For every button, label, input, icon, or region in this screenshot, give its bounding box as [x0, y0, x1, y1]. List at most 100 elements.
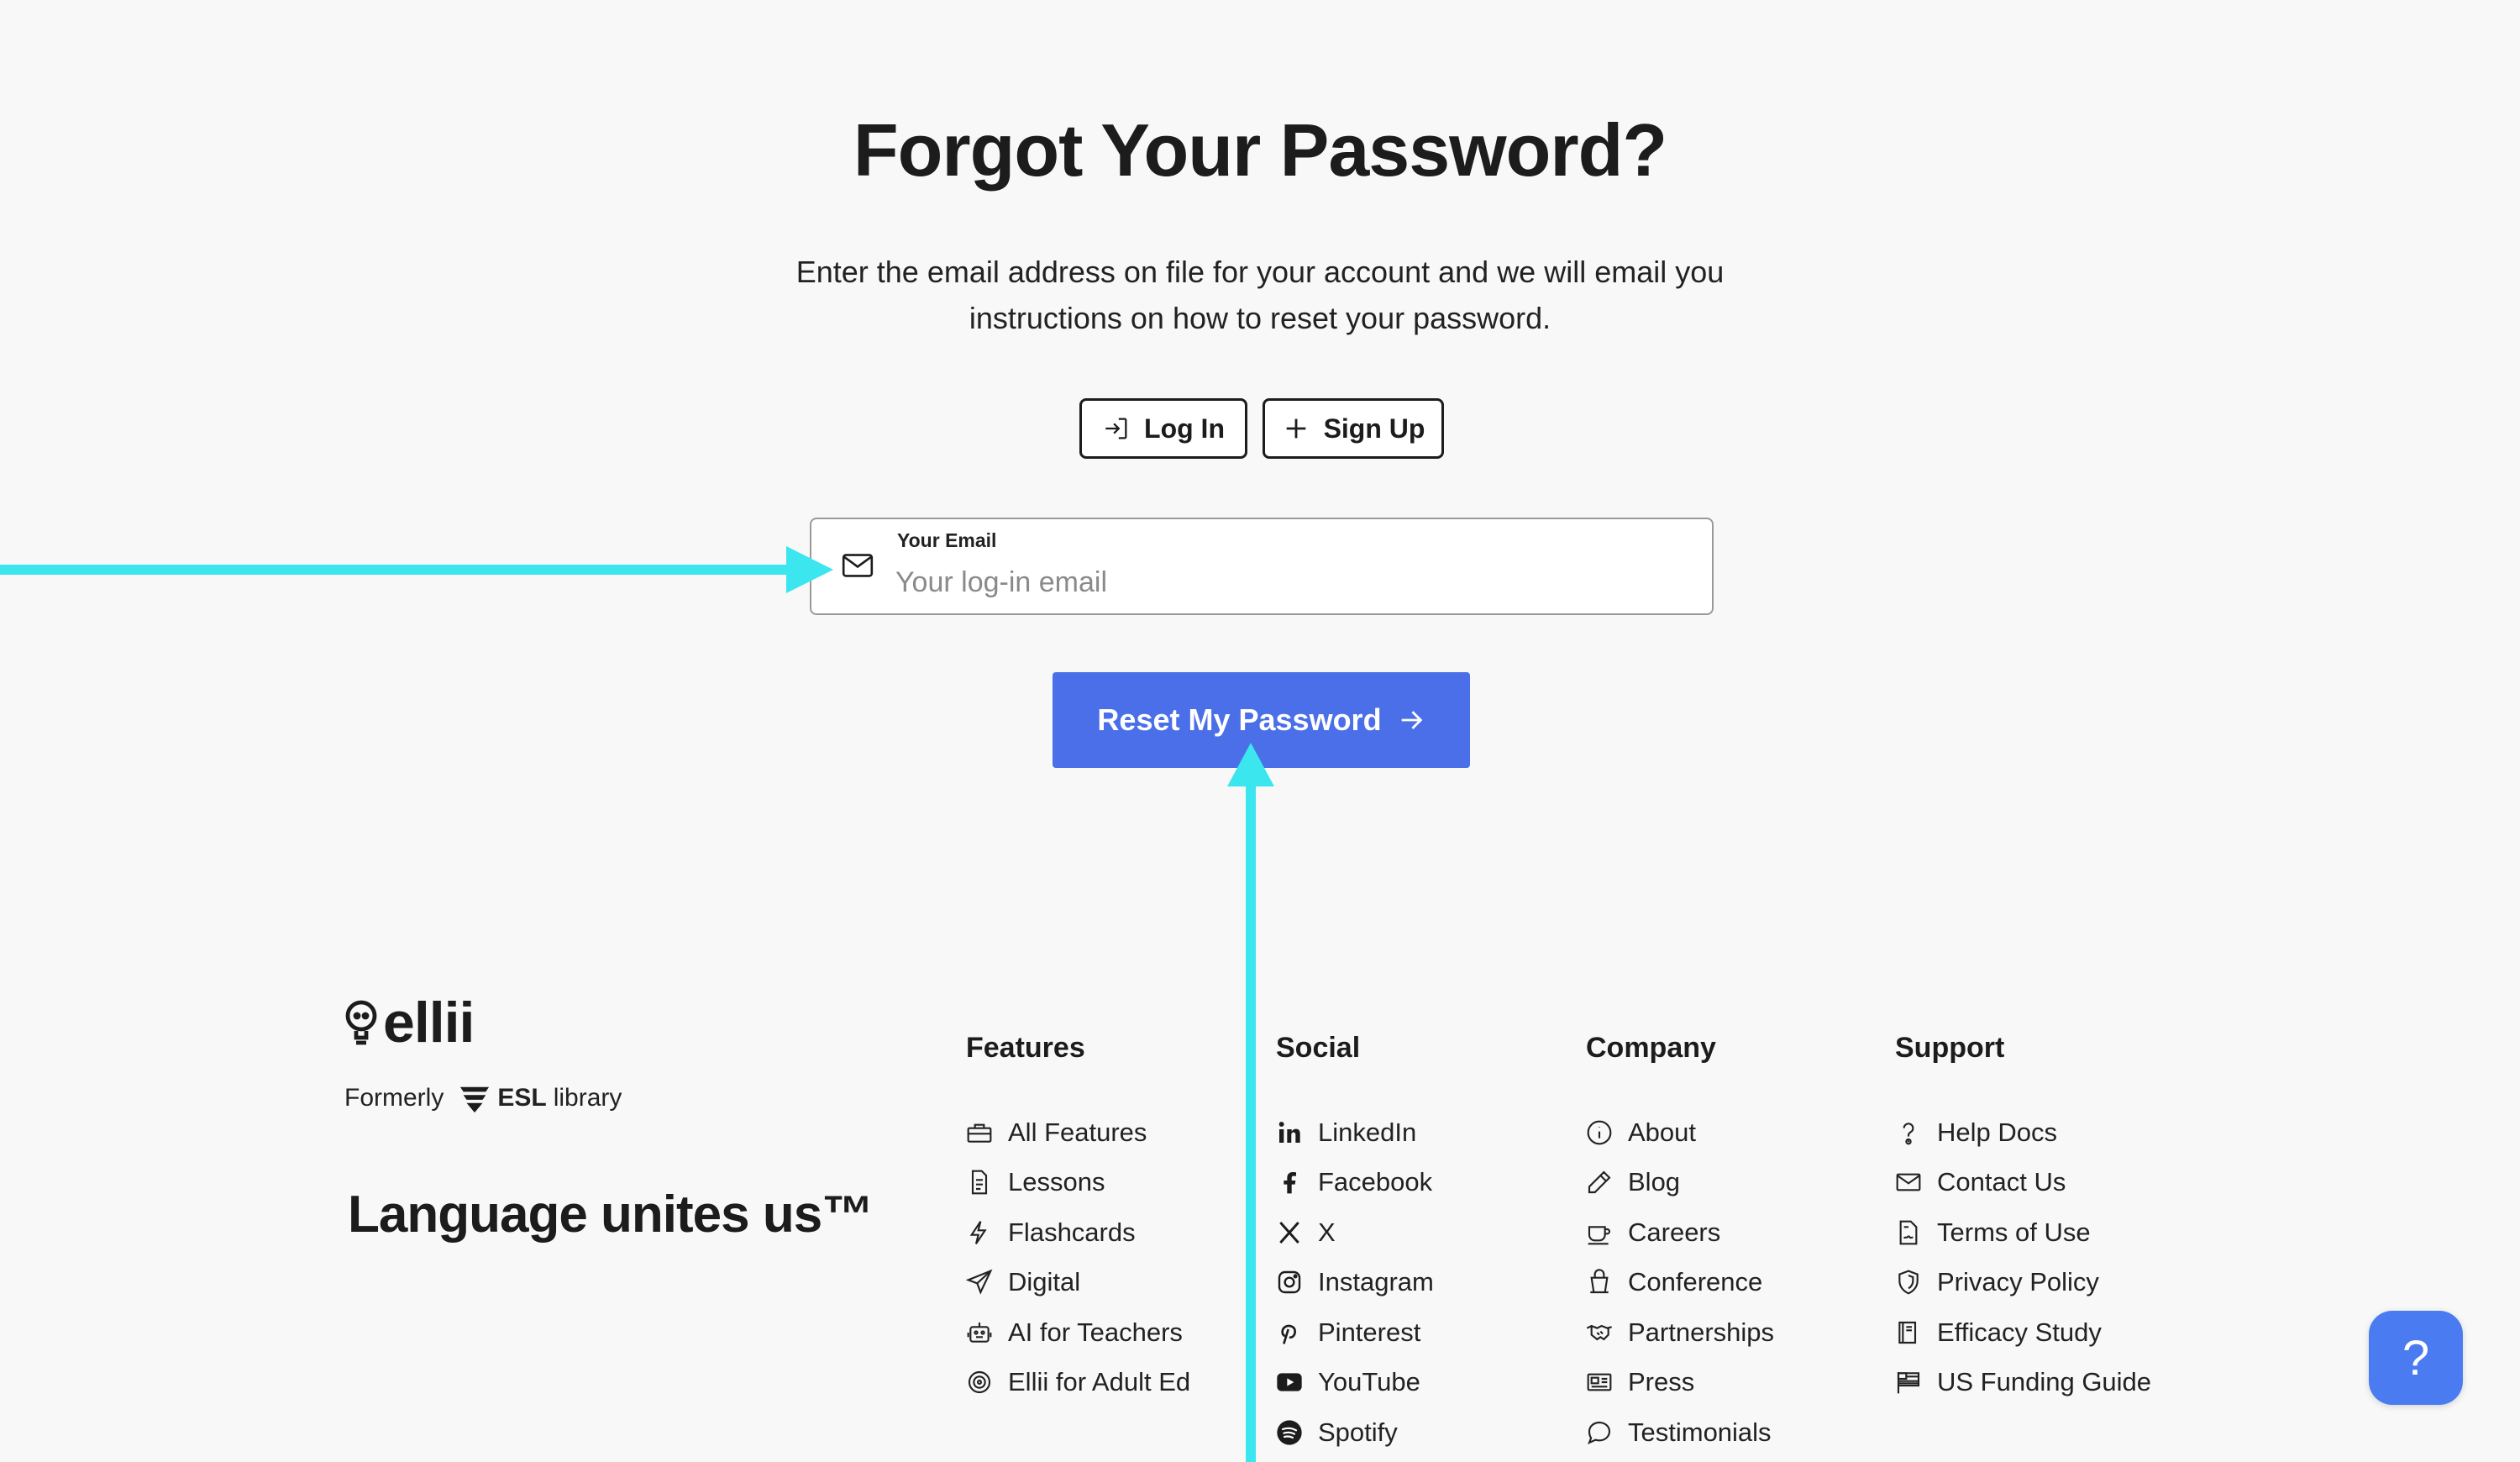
footer-list-support: Help Docs Contact Us Terms of Use Privac… [1895, 1107, 2151, 1407]
footer-link-conference[interactable]: Conference [1586, 1258, 1774, 1308]
footer-link-label: Privacy Policy [1937, 1267, 2099, 1297]
login-button[interactable]: Log In [1079, 398, 1247, 459]
footer-link-label: Flashcards [1008, 1217, 1136, 1247]
footer-link-youtube[interactable]: YouTube [1276, 1358, 1434, 1408]
plus-icon [1286, 418, 1305, 439]
footer-list-features: All Features Lessons Flashcards Digital … [966, 1107, 1190, 1407]
formerly-esl-library: Formerly ESL library [344, 1082, 622, 1114]
footer-link-help-docs[interactable]: Help Docs [1895, 1107, 2151, 1158]
footer-link-us-funding-guide[interactable]: US Funding Guide [1895, 1358, 2151, 1408]
speech-bubble-icon [1588, 1421, 1611, 1444]
page-subtitle: Enter the email address on file for your… [795, 255, 1725, 335]
footer-link-label: About [1628, 1117, 1697, 1147]
podium-icon [1590, 1269, 1609, 1294]
footer-link-label: Lessons [1008, 1167, 1105, 1197]
footer-link-facebook[interactable]: Facebook [1276, 1158, 1434, 1208]
esl-library-text: library [553, 1084, 622, 1112]
linkedin-icon [1278, 1121, 1300, 1143]
footer-link-label: Testimonials [1628, 1417, 1772, 1447]
footer-list-company: About Blog Careers Conference Partnershi… [1586, 1107, 1774, 1458]
envelope-icon [842, 554, 874, 577]
reset-password-label: Reset My Password [1097, 702, 1382, 737]
footer-link-privacy-policy[interactable]: Privacy Policy [1895, 1258, 2151, 1308]
instagram-icon [1278, 1271, 1301, 1294]
footer-link-label: Spotify [1318, 1417, 1398, 1447]
footer-link-terms-of-use[interactable]: Terms of Use [1895, 1207, 2151, 1258]
footer-link-spotify[interactable]: Spotify [1276, 1407, 1434, 1458]
footer-link-label: Instagram [1318, 1267, 1434, 1297]
spotify-icon [1277, 1420, 1302, 1445]
email-input[interactable] [895, 561, 1685, 603]
footer-link-pinterest[interactable]: Pinterest [1276, 1307, 1434, 1358]
esl-library-logo: ESL library [459, 1082, 622, 1114]
lightning-icon [969, 1220, 987, 1244]
help-widget-button[interactable]: ? [2369, 1311, 2463, 1405]
footer-link-flashcards[interactable]: Flashcards [966, 1207, 1190, 1258]
ellii-logo[interactable]: ellii [344, 990, 475, 1055]
annotation-arrow-horizontal [0, 565, 798, 575]
signup-button[interactable]: Sign Up [1263, 398, 1444, 459]
footer-link-lessons[interactable]: Lessons [966, 1158, 1190, 1208]
footer-link-contact-us[interactable]: Contact Us [1895, 1158, 2151, 1208]
footer-link-label: Conference [1628, 1267, 1763, 1297]
annotation-arrowhead-right [786, 546, 833, 593]
footer-link-linkedin[interactable]: LinkedIn [1276, 1107, 1434, 1158]
target-icon [968, 1371, 991, 1394]
footer-link-instagram[interactable]: Instagram [1276, 1258, 1434, 1308]
footer-link-label: Press [1628, 1367, 1695, 1397]
footer-heading-company: Company [1586, 1032, 1716, 1064]
formerly-label: Formerly [344, 1084, 444, 1112]
annotation-arrow-vertical [1246, 781, 1256, 1462]
footer-link-label: Ellii for Adult Ed [1008, 1367, 1191, 1397]
newspaper-icon [1587, 1373, 1612, 1391]
footer-link-label: All Features [1008, 1117, 1147, 1147]
footer-link-testimonials[interactable]: Testimonials [1586, 1407, 1774, 1458]
esl-bold-text: ESL [497, 1084, 547, 1112]
footer-link-blog[interactable]: Blog [1586, 1158, 1774, 1208]
page-title: Forgot Your Password? [853, 108, 1667, 192]
footer-link-partnerships[interactable]: Partnerships [1586, 1307, 1774, 1358]
info-icon [1587, 1120, 1612, 1145]
book-icon [1898, 1321, 1917, 1344]
arrow-right-icon [1401, 711, 1422, 729]
footer-link-ellii-adult-ed[interactable]: Ellii for Adult Ed [966, 1358, 1190, 1408]
x-icon [1279, 1221, 1299, 1244]
footer-link-label: Blog [1628, 1167, 1681, 1197]
footer-link-label: Digital [1008, 1267, 1081, 1297]
help-widget-label: ? [2402, 1330, 2430, 1386]
handshake-icon [1586, 1324, 1612, 1341]
footer-link-label: Contact Us [1937, 1167, 2066, 1197]
footer-link-label: Pinterest [1318, 1317, 1421, 1347]
robot-icon [967, 1322, 992, 1343]
paper-plane-icon [966, 1269, 993, 1295]
login-label: Log In [1144, 413, 1225, 444]
footer-list-social: LinkedIn Facebook X Instagram Pinterest … [1276, 1107, 1434, 1458]
document-icon [971, 1170, 988, 1195]
footer-link-digital[interactable]: Digital [966, 1258, 1190, 1308]
shield-icon [1898, 1270, 1919, 1295]
footer-link-careers[interactable]: Careers [1586, 1207, 1774, 1258]
footer-link-x[interactable]: X [1276, 1207, 1434, 1258]
footer-heading-features: Features [966, 1032, 1085, 1064]
footer-link-label: US Funding Guide [1937, 1367, 2152, 1397]
pinterest-icon [1281, 1324, 1297, 1344]
footer-link-label: Partnerships [1628, 1317, 1775, 1347]
footer-link-label: Efficacy Study [1937, 1317, 2102, 1347]
footer-link-label: YouTube [1318, 1367, 1420, 1397]
footer-link-efficacy-study[interactable]: Efficacy Study [1895, 1307, 2151, 1358]
footer-link-label: AI for Teachers [1008, 1317, 1183, 1347]
email-field[interactable]: Your Email [810, 518, 1714, 615]
footer-link-label: Terms of Use [1937, 1217, 2091, 1247]
esl-library-emblem-icon [460, 1086, 490, 1113]
footer-link-label: Careers [1628, 1217, 1721, 1247]
footer-link-about[interactable]: About [1586, 1107, 1774, 1158]
footer-link-label: LinkedIn [1318, 1117, 1417, 1147]
footer-link-label: X [1318, 1217, 1336, 1247]
footer-link-all-features[interactable]: All Features [966, 1107, 1190, 1158]
pencil-icon [1588, 1170, 1611, 1194]
signup-label: Sign Up [1323, 413, 1425, 444]
sign-in-icon [1105, 418, 1127, 439]
footer-link-ai-for-teachers[interactable]: AI for Teachers [966, 1307, 1190, 1358]
footer-link-press[interactable]: Press [1586, 1358, 1774, 1408]
file-contract-icon [1899, 1220, 1918, 1245]
